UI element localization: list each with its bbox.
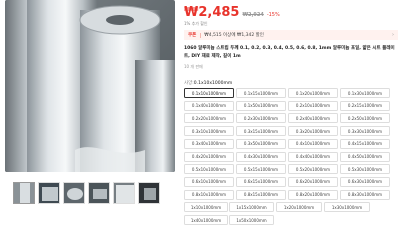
option-button[interactable]: 0.2x30x1000mm <box>236 113 286 124</box>
option-button[interactable]: 0.4x50x1000mm <box>340 151 390 162</box>
option-button[interactable]: 0.4x30x1000mm <box>236 151 286 162</box>
chevron-right-icon: › <box>392 32 394 38</box>
option-button[interactable]: 0.5x20x1000mm <box>288 164 338 175</box>
sold-count: 10 개 판매 <box>184 64 203 69</box>
coupon-tag: 쿠폰 <box>188 33 197 38</box>
option-button[interactable]: 0.1x20x1000mm <box>288 88 338 98</box>
thumbnail-3[interactable] <box>63 182 85 204</box>
option-button[interactable]: 0.8x30x1000mm <box>340 189 390 200</box>
option-button[interactable]: 0.5x10x1000mm <box>184 164 234 175</box>
option-button[interactable]: 1x40x1000mm <box>184 215 228 225</box>
option-button[interactable]: 0.3x30x1000mm <box>340 126 390 137</box>
thumbnail-5[interactable] <box>113 182 135 204</box>
option-button[interactable]: 0.1x30x1000mm <box>340 88 390 98</box>
option-button[interactable]: 0.3x10x1000mm <box>184 126 234 137</box>
product-main-image[interactable] <box>5 0 175 172</box>
option-button[interactable]: 0.6x20x1000mm <box>288 176 338 187</box>
coupon-text: ₩4,515 이상에 ₩1,342 할인 <box>204 33 264 38</box>
option-button[interactable]: 0.1x40x1000mm <box>184 100 234 111</box>
option-button[interactable]: 1x15x1000mm <box>229 202 274 213</box>
coupon-divider <box>200 32 202 38</box>
option-button[interactable]: 0.4x20x1000mm <box>184 151 234 162</box>
discount-badge: -15% <box>266 12 280 18</box>
option-button[interactable]: 0.2x50x1000mm <box>340 113 390 124</box>
option-button[interactable]: 0.2x20x1000mm <box>184 113 234 124</box>
product-info: ₩2,485 ₩2,924 -15% 1% 추가 할인 쿠폰 ₩4,515 이상… <box>184 0 398 241</box>
thumbnail-strip <box>13 182 160 204</box>
option-button[interactable]: 0.5x15x1000mm <box>236 164 286 175</box>
option-button[interactable]: 0.3x40x1000mm <box>184 138 234 149</box>
option-button[interactable]: 0.6x15x1000mm <box>236 176 286 187</box>
option-button[interactable]: 0.1x10x1000mm <box>184 88 234 98</box>
thumbnail-1[interactable] <box>13 182 35 204</box>
option-button[interactable]: 1x10x1000mm <box>184 202 228 213</box>
option-button[interactable]: 0.2x40x1000mm <box>288 113 338 124</box>
extra-discount-text: 1% 추가 할인 <box>184 21 208 26</box>
thumbnail-4[interactable] <box>88 182 110 204</box>
option-button[interactable]: 0.2x15x1000mm <box>340 100 390 111</box>
product-title: 1060 알루미늄 스트립 두께 0.1, 0.2, 0.3, 0.4, 0.5… <box>184 46 395 59</box>
option-selected-value: 0.1x10x1000mm <box>193 81 233 86</box>
option-label: 사양:0.1x10x1000mm <box>184 80 232 86</box>
thumbnail-6[interactable] <box>138 182 160 204</box>
price-row: ₩2,485 ₩2,924 -15% <box>184 5 280 20</box>
option-button[interactable]: 1x50x1000mm <box>229 215 274 225</box>
option-button[interactable]: 1x20x1000mm <box>276 202 322 213</box>
option-button[interactable]: 0.3x50x1000mm <box>236 138 286 149</box>
option-button[interactable]: 0.1x15x1000mm <box>236 88 286 98</box>
option-button[interactable]: 0.8x20x1000mm <box>288 189 338 200</box>
option-button[interactable]: 0.8x15x1000mm <box>236 189 286 200</box>
option-button[interactable]: 0.3x20x1000mm <box>288 126 338 137</box>
coupon-banner[interactable]: 쿠폰 ₩4,515 이상에 ₩1,342 할인 › <box>184 30 398 40</box>
option-button[interactable]: 0.5x30x1000mm <box>340 164 390 175</box>
option-button[interactable]: 0.8x10x1000mm <box>184 189 234 200</box>
option-button[interactable]: 0.4x40x1000mm <box>288 151 338 162</box>
current-price: ₩2,485 <box>184 5 240 20</box>
option-button[interactable]: 0.4x10x1000mm <box>288 138 338 149</box>
option-button[interactable]: 0.1x50x1000mm <box>236 100 286 111</box>
option-button[interactable]: 1x30x1000mm <box>324 202 370 213</box>
option-button[interactable]: 0.6x10x1000mm <box>184 176 234 187</box>
option-button[interactable]: 0.3x15x1000mm <box>236 126 286 137</box>
product-gallery <box>0 0 178 241</box>
option-button[interactable]: 0.4x15x1000mm <box>340 138 390 149</box>
original-price: ₩2,924 <box>242 12 264 18</box>
option-label-text: 사양: <box>184 81 194 86</box>
option-button[interactable]: 0.2x10x1000mm <box>288 100 338 111</box>
option-button[interactable]: 0.6x30x1000mm <box>340 176 390 187</box>
thumbnail-2[interactable] <box>38 182 60 204</box>
